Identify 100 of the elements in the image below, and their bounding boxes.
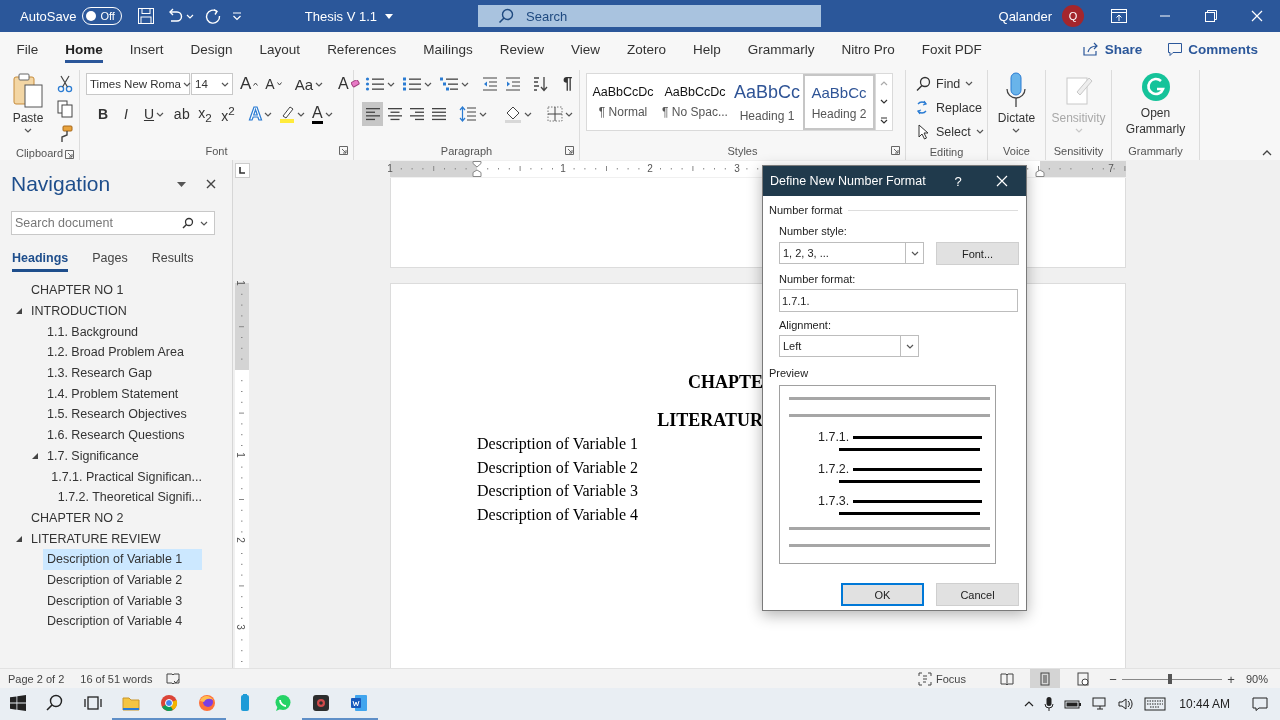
web-view-icon[interactable] bbox=[1075, 672, 1090, 686]
paste-icon[interactable] bbox=[12, 72, 44, 108]
font-color-button[interactable]: A bbox=[309, 102, 336, 126]
caret-icon[interactable] bbox=[424, 81, 432, 87]
caret-icon[interactable] bbox=[297, 111, 305, 117]
align-center-icon[interactable] bbox=[387, 107, 402, 121]
pane-tab[interactable]: Results bbox=[151, 246, 194, 272]
grow-font-icon[interactable] bbox=[253, 82, 259, 86]
caret-icon[interactable] bbox=[910, 250, 919, 256]
comments-button[interactable]: Comments bbox=[1168, 41, 1258, 57]
menu-tab[interactable]: File bbox=[3, 32, 52, 66]
change-case-button[interactable]: Aa bbox=[291, 72, 327, 96]
search-icon[interactable] bbox=[182, 217, 194, 229]
caret-icon[interactable] bbox=[264, 111, 272, 117]
user-avatar[interactable]: Q bbox=[1062, 5, 1084, 27]
font-button[interactable]: Font... bbox=[936, 242, 1019, 265]
caret-icon[interactable] bbox=[387, 81, 395, 87]
caret-icon[interactable] bbox=[565, 111, 573, 117]
decrease-indent-icon[interactable] bbox=[482, 77, 498, 91]
microphone-icon[interactable] bbox=[1005, 72, 1028, 108]
number-style-select[interactable]: 1, 2, 3, ... bbox=[779, 242, 924, 264]
caret-icon[interactable] bbox=[315, 81, 324, 87]
bullets-icon[interactable] bbox=[365, 76, 385, 92]
caret-icon[interactable] bbox=[880, 99, 888, 105]
caret-icon[interactable] bbox=[156, 111, 165, 117]
menu-tab[interactable]: Help bbox=[679, 32, 735, 66]
gallery-more-icon[interactable] bbox=[880, 117, 888, 124]
dialog-launcher-icon[interactable] bbox=[339, 146, 348, 155]
heading-item[interactable]: Description of Variable 4 bbox=[43, 611, 202, 632]
heading-item[interactable]: INTRODUCTION bbox=[27, 300, 202, 322]
document-title[interactable]: Thesis V 1.1 bbox=[299, 0, 398, 32]
clear-formatting-button[interactable]: A bbox=[335, 72, 363, 96]
customize-toolbar-icon[interactable] bbox=[231, 11, 242, 21]
menu-tab[interactable]: Layout bbox=[246, 32, 314, 66]
style-item[interactable]: AaBbCc Heading 2 bbox=[803, 74, 875, 130]
menu-tab[interactable]: Zotero bbox=[613, 32, 680, 66]
menu-tab[interactable]: Review bbox=[486, 32, 558, 66]
share-button[interactable]: Share bbox=[1082, 41, 1143, 57]
heading-item[interactable]: 1.5. Research Objectives bbox=[43, 404, 202, 425]
microphone-icon[interactable] bbox=[1044, 696, 1055, 712]
heading-item[interactable]: CHAPTER NO 2 bbox=[27, 507, 202, 529]
number-format-field[interactable]: 1.7.1. bbox=[779, 289, 1018, 312]
align-justify-icon[interactable] bbox=[431, 107, 446, 121]
menu-tab[interactable]: View bbox=[557, 32, 614, 66]
page-count[interactable]: Page 2 of 2 bbox=[8, 673, 65, 685]
strikethrough-button[interactable]: ab bbox=[171, 102, 193, 126]
heading-item[interactable]: Description of Variable 2 bbox=[43, 569, 202, 591]
caret-icon[interactable] bbox=[905, 343, 914, 349]
heading-item[interactable]: 1.3. Research Gap bbox=[43, 362, 202, 384]
heading-item[interactable]: Description of Variable 3 bbox=[43, 590, 202, 611]
focus-button[interactable]: Focus bbox=[914, 669, 970, 689]
caret-icon[interactable] bbox=[200, 220, 208, 226]
collapse-ribbon-icon[interactable] bbox=[1262, 150, 1272, 156]
select-icon[interactable] bbox=[915, 123, 931, 140]
pane-options-icon[interactable] bbox=[176, 181, 186, 187]
notifications-icon[interactable] bbox=[1252, 697, 1268, 711]
style-item[interactable]: AaBbCcDc ¶ Normal bbox=[587, 74, 659, 130]
pane-tab[interactable]: Headings bbox=[12, 246, 69, 272]
heading-item[interactable]: 1.6. Research Questions bbox=[43, 424, 202, 446]
pane-tab[interactable]: Pages bbox=[92, 246, 128, 272]
menu-tab[interactable]: Mailings bbox=[409, 32, 487, 66]
shrink-font-button[interactable]: A bbox=[262, 72, 285, 96]
alignment-select[interactable]: Left bbox=[779, 335, 919, 357]
menu-tab[interactable]: References bbox=[313, 32, 410, 66]
caret-icon[interactable] bbox=[1012, 128, 1021, 133]
caret-icon[interactable] bbox=[479, 111, 487, 117]
restore-icon[interactable] bbox=[1205, 10, 1217, 22]
caret-icon[interactable] bbox=[965, 81, 974, 86]
search-field[interactable]: Search bbox=[478, 5, 821, 27]
network-icon[interactable] bbox=[1092, 697, 1109, 711]
heading-item[interactable]: 1.2. Broad Problem Area bbox=[43, 342, 202, 363]
dialog-launcher-icon[interactable] bbox=[891, 146, 900, 155]
menu-tab[interactable]: Home bbox=[51, 32, 117, 66]
document-app-icon[interactable] bbox=[349, 693, 369, 713]
clear-formatting-icon[interactable] bbox=[350, 80, 360, 88]
volume-icon[interactable] bbox=[1118, 697, 1135, 711]
zoom-out-button[interactable]: − bbox=[1105, 669, 1120, 689]
find-icon[interactable] bbox=[915, 75, 931, 92]
paste-button[interactable]: Paste bbox=[8, 72, 48, 133]
caret-icon[interactable] bbox=[221, 81, 229, 87]
caret-icon[interactable] bbox=[324, 111, 333, 117]
numbering-icon[interactable] bbox=[402, 76, 422, 92]
menu-tab[interactable]: Nitro Pro bbox=[828, 32, 909, 66]
align-right-icon[interactable] bbox=[409, 107, 424, 121]
chevron-up-icon[interactable] bbox=[1024, 701, 1035, 707]
shrink-font-icon[interactable] bbox=[276, 82, 282, 86]
close-icon[interactable] bbox=[996, 175, 1008, 187]
share-icon[interactable] bbox=[1082, 42, 1099, 56]
caret-icon[interactable] bbox=[385, 13, 393, 19]
task-view-icon[interactable] bbox=[84, 694, 102, 712]
open-grammarly-button[interactable]: Open Grammarly bbox=[1117, 72, 1194, 137]
increase-indent-icon[interactable] bbox=[505, 77, 521, 91]
align-left-icon[interactable] bbox=[365, 107, 380, 121]
lens-app-icon[interactable] bbox=[311, 693, 331, 713]
menu-tab[interactable]: Grammarly bbox=[734, 32, 829, 66]
ribbon-display-icon[interactable] bbox=[1111, 9, 1127, 23]
menu-tab[interactable]: Foxit PDF bbox=[908, 32, 996, 66]
select-button[interactable]: Select bbox=[912, 120, 987, 143]
slider-thumb[interactable] bbox=[1167, 674, 1172, 684]
focus-icon[interactable] bbox=[918, 672, 932, 686]
